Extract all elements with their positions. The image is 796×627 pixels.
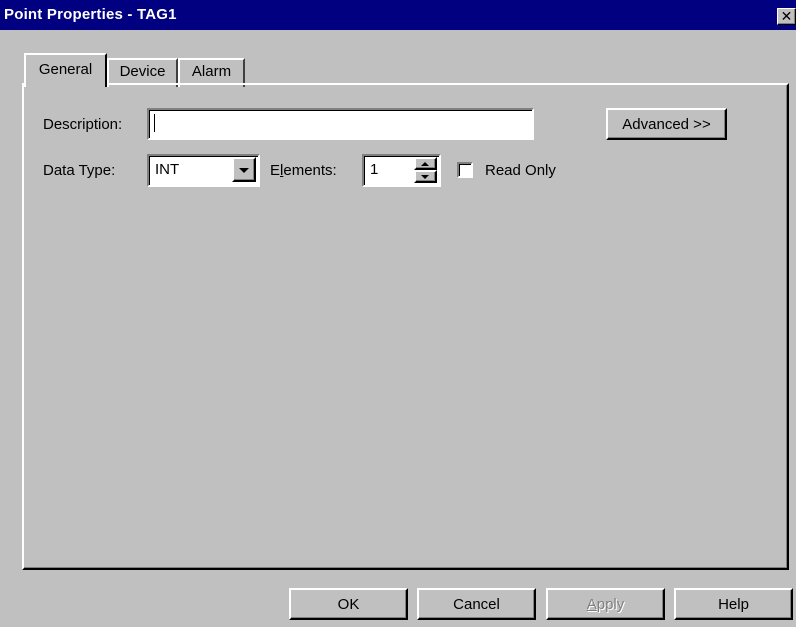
elements-value: 1 <box>370 161 379 178</box>
elements-stepper[interactable]: 1 <box>362 154 441 187</box>
text-caret <box>154 114 155 132</box>
tab-alarm-label: Alarm <box>191 63 232 80</box>
data-type-select[interactable]: INT <box>147 154 260 187</box>
data-type-value: INT <box>155 161 180 178</box>
close-icon: ✕ <box>780 8 793 24</box>
description-input[interactable] <box>147 108 534 140</box>
help-button-label: Help <box>718 596 749 613</box>
title-bar: Point Properties - TAG1 ✕ <box>0 0 796 30</box>
apply-button[interactable]: Apply <box>546 588 665 620</box>
read-only-label: Read Only <box>485 162 556 179</box>
elements-label-pre: E <box>270 162 281 179</box>
window-title: Point Properties - TAG1 <box>4 6 177 23</box>
help-button[interactable]: Help <box>674 588 793 620</box>
apply-button-hotkey: A <box>586 596 597 613</box>
read-only-checkbox[interactable] <box>457 162 473 178</box>
description-label: Description: <box>43 116 123 133</box>
tab-device-label: Device <box>119 63 166 80</box>
data-type-label: Data Type: <box>43 162 116 179</box>
elements-label: Elements: <box>270 162 337 179</box>
spin-up-icon <box>421 162 429 166</box>
ok-button-label: OK <box>337 596 360 613</box>
elements-spin-up[interactable] <box>414 157 437 170</box>
elements-label-post: ements: <box>283 162 337 179</box>
apply-button-label: pply <box>596 596 625 613</box>
ok-button[interactable]: OK <box>289 588 408 620</box>
tab-general[interactable]: General <box>24 53 107 87</box>
advanced-button[interactable]: Advanced >> <box>606 108 727 140</box>
spin-down-icon <box>421 175 429 179</box>
chevron-down-icon <box>239 168 249 173</box>
advanced-button-label: Advanced >> <box>622 116 711 133</box>
close-button[interactable]: ✕ <box>777 8 796 25</box>
data-type-dropdown-button[interactable] <box>232 157 256 182</box>
tab-general-label: General <box>38 61 93 78</box>
cancel-button[interactable]: Cancel <box>417 588 536 620</box>
cancel-button-label: Cancel <box>453 596 500 613</box>
elements-spin-down[interactable] <box>414 170 437 183</box>
